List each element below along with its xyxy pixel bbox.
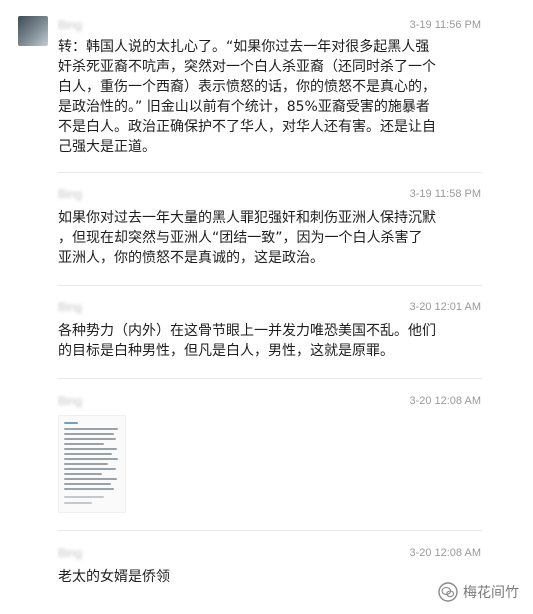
comment-divider: [58, 285, 482, 286]
comment-username[interactable]: Bing: [58, 546, 82, 560]
comment-timestamp: 3-20 12:08 AM: [409, 547, 481, 559]
comment-thread: Bing 3-19 11:56 PM 转：韩国人说的太扎心了。“如果你过去一年对…: [0, 0, 533, 614]
comment-username[interactable]: Bing: [58, 187, 82, 201]
comment-timestamp: 3-20 12:01 AM: [409, 301, 481, 313]
avatar[interactable]: [18, 16, 48, 46]
comment-timestamp: 3-19 11:58 PM: [409, 188, 481, 200]
comment-username[interactable]: Bing: [58, 300, 82, 314]
wechat-icon: [438, 582, 458, 602]
comment-text: 各种势力（内外）在这骨节眼上一并发力唯恐美国不乱。他们 的目标是白种男性，但凡是…: [58, 323, 436, 359]
comment-timestamp: 3-20 12:08 AM: [409, 395, 481, 407]
comment-image-thumbnail[interactable]: [58, 415, 126, 513]
comment-divider: [58, 172, 482, 173]
comment-text: 转：韩国人说的太扎心了。“如果你过去一年对很多起黑人强 奸杀死亚裔不吭声，突然对…: [58, 39, 436, 155]
comment-timestamp: 3-19 11:56 PM: [409, 19, 481, 31]
comment-username[interactable]: Bing: [58, 18, 82, 32]
comment-text: 如果你对过去一年大量的黑人罪犯强奸和刺伤亚洲人保持沉默 ，但现在却突然与亚洲人“…: [58, 210, 436, 266]
comment-divider: [58, 530, 482, 531]
watermark: 梅花间竹: [438, 582, 519, 602]
comment-username[interactable]: Bing: [58, 394, 82, 408]
comment-text: 老太的女婿是侨领: [58, 569, 170, 585]
comment-divider: [58, 378, 482, 379]
watermark-label: 梅花间竹: [463, 585, 519, 601]
